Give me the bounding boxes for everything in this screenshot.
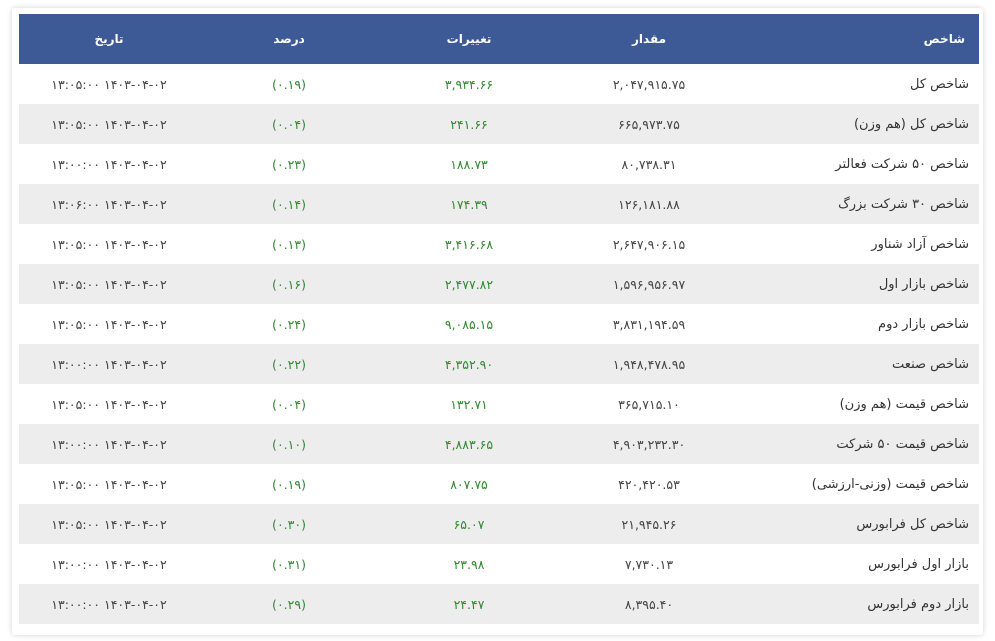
index-percent: (۰.۱۹) bbox=[272, 476, 306, 492]
index-value: ۷,۷۳۰.۱۳ bbox=[624, 556, 674, 572]
header-change[interactable]: تغییرات bbox=[379, 14, 559, 64]
index-name[interactable]: شاخص ۵۰ شرکت فعالتر bbox=[739, 144, 979, 184]
indices-table: شاخص مقدار تغییرات درصد تاریخ شاخص کل ۲,… bbox=[19, 14, 979, 624]
index-name[interactable]: شاخص صنعت bbox=[739, 344, 979, 384]
index-date: ۱۴۰۳-۰۴-۰۲ ۱۳:۰۰:۰۰ bbox=[51, 156, 167, 172]
index-value: ۴۲۰,۴۲۰.۵۳ bbox=[618, 476, 680, 492]
index-name[interactable]: بازار اول فرابورس bbox=[739, 544, 979, 584]
table-row: شاخص صنعت ۱,۹۴۸,۴۷۸.۹۵ ۴,۳۵۲.۹۰ (۰.۲۲) ۱… bbox=[19, 344, 979, 384]
index-name[interactable]: شاخص کل (هم وزن) bbox=[739, 104, 979, 144]
index-change: ۱۸۸.۷۳ bbox=[450, 156, 488, 172]
index-date: ۱۴۰۳-۰۴-۰۲ ۱۳:۰۵:۰۰ bbox=[51, 276, 167, 292]
index-value: ۸۰,۷۳۸.۳۱ bbox=[621, 156, 677, 172]
index-change: ۲۴.۴۷ bbox=[453, 596, 485, 612]
index-percent: (۰.۱۹) bbox=[272, 76, 306, 92]
table-body: شاخص کل ۲,۰۴۷,۹۱۵.۷۵ ۳,۹۳۴.۶۶ (۰.۱۹) ۱۴۰… bbox=[19, 64, 979, 624]
index-date: ۱۴۰۳-۰۴-۰۲ ۱۳:۰۰:۰۰ bbox=[51, 596, 167, 612]
index-name[interactable]: شاخص کل bbox=[739, 64, 979, 104]
index-date: ۱۴۰۳-۰۴-۰۲ ۱۳:۰۵:۰۰ bbox=[51, 236, 167, 252]
index-name[interactable]: شاخص بازار اول bbox=[739, 264, 979, 304]
index-date: ۱۴۰۳-۰۴-۰۲ ۱۳:۰۰:۰۰ bbox=[51, 436, 167, 452]
index-value: ۳۶۵,۷۱۵.۱۰ bbox=[618, 396, 680, 412]
index-percent: (۰.۳۱) bbox=[272, 556, 306, 572]
index-date: ۱۴۰۳-۰۴-۰۲ ۱۳:۰۵:۰۰ bbox=[51, 476, 167, 492]
index-value: ۲۱,۹۴۵.۲۶ bbox=[621, 516, 677, 532]
index-name[interactable]: شاخص قیمت (وزنی-ارزشی) bbox=[739, 464, 979, 504]
indices-card: شاخص مقدار تغییرات درصد تاریخ شاخص کل ۲,… bbox=[12, 8, 983, 635]
index-name[interactable]: شاخص بازار دوم bbox=[739, 304, 979, 344]
index-value: ۶۶۵,۹۷۳.۷۵ bbox=[618, 116, 680, 132]
index-percent: (۰.۲۳) bbox=[272, 156, 306, 172]
index-value: ۴,۹۰۳,۲۳۲.۳۰ bbox=[612, 436, 686, 452]
table-header: شاخص مقدار تغییرات درصد تاریخ bbox=[19, 14, 979, 64]
index-change: ۸۰۷.۷۵ bbox=[450, 476, 488, 492]
index-value: ۸,۳۹۵.۴۰ bbox=[624, 596, 674, 612]
table-row: شاخص بازار اول ۱,۵۹۶,۹۵۶.۹۷ ۲,۴۷۷.۸۲ (۰.… bbox=[19, 264, 979, 304]
index-date: ۱۴۰۳-۰۴-۰۲ ۱۳:۰۶:۰۰ bbox=[51, 196, 167, 212]
index-date: ۱۴۰۳-۰۴-۰۲ ۱۳:۰۵:۰۰ bbox=[51, 116, 167, 132]
index-date: ۱۴۰۳-۰۴-۰۲ ۱۳:۰۵:۰۰ bbox=[51, 316, 167, 332]
index-name[interactable]: شاخص آزاد شناور bbox=[739, 224, 979, 264]
index-value: ۱,۵۹۶,۹۵۶.۹۷ bbox=[612, 276, 686, 292]
index-name[interactable]: بازار دوم فرابورس bbox=[739, 584, 979, 624]
table-row: شاخص کل (هم وزن) ۶۶۵,۹۷۳.۷۵ ۲۴۱.۶۶ (۰.۰۴… bbox=[19, 104, 979, 144]
index-percent: (۰.۲۹) bbox=[272, 596, 306, 612]
index-percent: (۰.۱۰) bbox=[272, 436, 306, 452]
index-value: ۲,۶۴۷,۹۰۶.۱۵ bbox=[612, 236, 686, 252]
index-percent: (۰.۰۴) bbox=[272, 116, 306, 132]
index-name[interactable]: شاخص قیمت ۵۰ شرکت bbox=[739, 424, 979, 464]
index-change: ۲,۴۷۷.۸۲ bbox=[444, 276, 494, 292]
index-change: ۹,۰۸۵.۱۵ bbox=[444, 316, 494, 332]
header-row: شاخص مقدار تغییرات درصد تاریخ bbox=[19, 14, 979, 64]
index-value: ۳,۸۳۱,۱۹۴.۵۹ bbox=[612, 316, 686, 332]
table-row: بازار دوم فرابورس ۸,۳۹۵.۴۰ ۲۴.۴۷ (۰.۲۹) … bbox=[19, 584, 979, 624]
index-date: ۱۴۰۳-۰۴-۰۲ ۱۳:۰۵:۰۰ bbox=[51, 76, 167, 92]
index-change: ۱۷۴.۳۹ bbox=[450, 196, 488, 212]
index-change: ۴,۳۵۲.۹۰ bbox=[444, 356, 494, 372]
table-row: شاخص آزاد شناور ۲,۶۴۷,۹۰۶.۱۵ ۳,۴۱۶.۶۸ (۰… bbox=[19, 224, 979, 264]
table-row: شاخص ۵۰ شرکت فعالتر ۸۰,۷۳۸.۳۱ ۱۸۸.۷۳ (۰.… bbox=[19, 144, 979, 184]
index-change: ۲۳.۹۸ bbox=[453, 556, 485, 572]
header-value[interactable]: مقدار bbox=[559, 14, 739, 64]
index-change: ۶۵.۰۷ bbox=[453, 516, 485, 532]
index-percent: (۰.۱۳) bbox=[272, 236, 306, 252]
index-date: ۱۴۰۳-۰۴-۰۲ ۱۳:۰۵:۰۰ bbox=[51, 396, 167, 412]
index-percent: (۰.۲۲) bbox=[272, 356, 306, 372]
table-row: شاخص ۳۰ شرکت بزرگ ۱۲۶,۱۸۱.۸۸ ۱۷۴.۳۹ (۰.۱… bbox=[19, 184, 979, 224]
index-date: ۱۴۰۳-۰۴-۰۲ ۱۳:۰۰:۰۰ bbox=[51, 356, 167, 372]
index-change: ۱۳۲.۷۱ bbox=[450, 396, 488, 412]
table-row: شاخص قیمت (هم وزن) ۳۶۵,۷۱۵.۱۰ ۱۳۲.۷۱ (۰.… bbox=[19, 384, 979, 424]
index-percent: (۰.۰۴) bbox=[272, 396, 306, 412]
index-date: ۱۴۰۳-۰۴-۰۲ ۱۳:۰۵:۰۰ bbox=[51, 516, 167, 532]
index-name[interactable]: شاخص قیمت (هم وزن) bbox=[739, 384, 979, 424]
table-row: شاخص بازار دوم ۳,۸۳۱,۱۹۴.۵۹ ۹,۰۸۵.۱۵ (۰.… bbox=[19, 304, 979, 344]
index-value: ۲,۰۴۷,۹۱۵.۷۵ bbox=[612, 76, 686, 92]
header-percent[interactable]: درصد bbox=[199, 14, 379, 64]
index-value: ۱۲۶,۱۸۱.۸۸ bbox=[618, 196, 680, 212]
table-row: شاخص قیمت (وزنی-ارزشی) ۴۲۰,۴۲۰.۵۳ ۸۰۷.۷۵… bbox=[19, 464, 979, 504]
table-row: بازار اول فرابورس ۷,۷۳۰.۱۳ ۲۳.۹۸ (۰.۳۱) … bbox=[19, 544, 979, 584]
index-name[interactable]: شاخص کل فرابورس bbox=[739, 504, 979, 544]
index-change: ۳,۹۳۴.۶۶ bbox=[444, 76, 494, 92]
index-change: ۴,۸۸۳.۶۵ bbox=[444, 436, 494, 452]
index-percent: (۰.۳۰) bbox=[272, 516, 306, 532]
header-name[interactable]: شاخص bbox=[739, 14, 979, 64]
index-change: ۳,۴۱۶.۶۸ bbox=[444, 236, 494, 252]
index-percent: (۰.۱۶) bbox=[272, 276, 306, 292]
index-percent: (۰.۲۴) bbox=[272, 316, 306, 332]
index-change: ۲۴۱.۶۶ bbox=[450, 116, 488, 132]
index-date: ۱۴۰۳-۰۴-۰۲ ۱۳:۰۰:۰۰ bbox=[51, 556, 167, 572]
table-row: شاخص کل فرابورس ۲۱,۹۴۵.۲۶ ۶۵.۰۷ (۰.۳۰) ۱… bbox=[19, 504, 979, 544]
index-value: ۱,۹۴۸,۴۷۸.۹۵ bbox=[612, 356, 686, 372]
index-name[interactable]: شاخص ۳۰ شرکت بزرگ bbox=[739, 184, 979, 224]
header-date[interactable]: تاریخ bbox=[19, 14, 199, 64]
table-row: شاخص قیمت ۵۰ شرکت ۴,۹۰۳,۲۳۲.۳۰ ۴,۸۸۳.۶۵ … bbox=[19, 424, 979, 464]
index-percent: (۰.۱۴) bbox=[272, 196, 306, 212]
table-row: شاخص کل ۲,۰۴۷,۹۱۵.۷۵ ۳,۹۳۴.۶۶ (۰.۱۹) ۱۴۰… bbox=[19, 64, 979, 104]
